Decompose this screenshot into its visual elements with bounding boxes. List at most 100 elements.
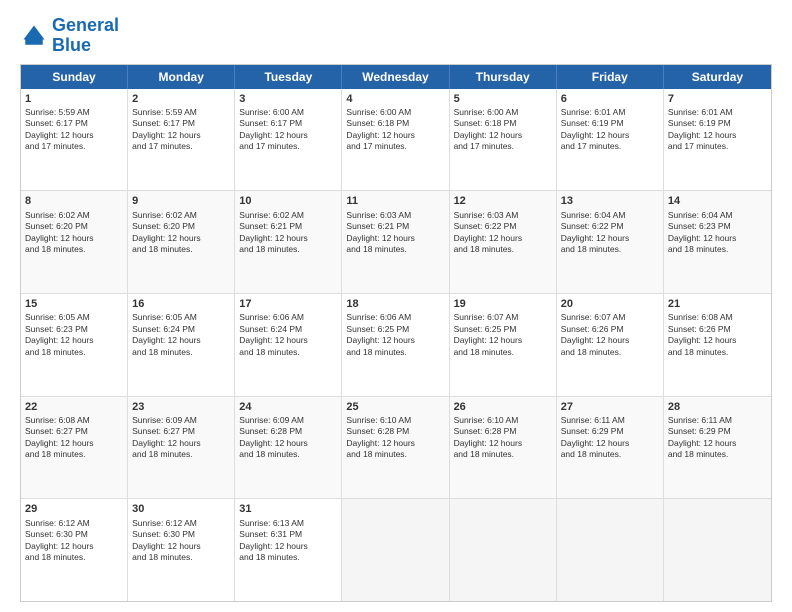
day-info: Sunrise: 5:59 AMSunset: 6:17 PMDaylight:… <box>132 107 230 153</box>
weekday-header-sunday: Sunday <box>21 65 128 89</box>
day-info: Sunrise: 6:11 AMSunset: 6:29 PMDaylight:… <box>668 415 767 461</box>
day-number: 29 <box>25 502 123 516</box>
day-number: 19 <box>454 297 552 311</box>
calendar-cell-day-25: 25Sunrise: 6:10 AMSunset: 6:28 PMDayligh… <box>342 397 449 499</box>
day-number: 4 <box>346 92 444 106</box>
weekday-header-thursday: Thursday <box>450 65 557 89</box>
calendar-row-2: 15Sunrise: 6:05 AMSunset: 6:23 PMDayligh… <box>21 293 771 396</box>
day-number: 25 <box>346 400 444 414</box>
day-number: 3 <box>239 92 337 106</box>
day-info: Sunrise: 6:04 AMSunset: 6:22 PMDaylight:… <box>561 210 659 256</box>
weekday-header-wednesday: Wednesday <box>342 65 449 89</box>
day-info: Sunrise: 6:00 AMSunset: 6:18 PMDaylight:… <box>454 107 552 153</box>
day-number: 6 <box>561 92 659 106</box>
calendar-cell-day-9: 9 Sunrise: 6:02 AMSunset: 6:20 PMDaylight… <box>128 191 235 293</box>
calendar-cell-day-15: 15Sunrise: 6:05 AMSunset: 6:23 PMDayligh… <box>21 294 128 396</box>
calendar-row-4: 29 Sunrise: 6:12 AMSunset: 6:30 PMDayligh… <box>21 498 771 601</box>
day-info: Sunrise: 6:02 AMSunset: 6:20 PMDaylight:… <box>132 210 230 256</box>
day-number: 15 <box>25 297 123 311</box>
logo: General Blue <box>20 16 119 56</box>
day-info: Sunrise: 6:10 AMSunset: 6:28 PMDaylight:… <box>454 415 552 461</box>
calendar-cell-day-28: 28Sunrise: 6:11 AMSunset: 6:29 PMDayligh… <box>664 397 771 499</box>
day-number: 16 <box>132 297 230 311</box>
calendar-cell-day-2: 2Sunrise: 5:59 AMSunset: 6:17 PMDaylight… <box>128 89 235 191</box>
calendar-cell-day-14: 14Sunrise: 6:04 AMSunset: 6:23 PMDayligh… <box>664 191 771 293</box>
day-info: Sunrise: 6:11 AMSunset: 6:29 PMDaylight:… <box>561 415 659 461</box>
day-info: Sunrise: 6:04 AMSunset: 6:23 PMDaylight:… <box>668 210 767 256</box>
calendar-cell-day-21: 21Sunrise: 6:08 AMSunset: 6:26 PMDayligh… <box>664 294 771 396</box>
day-info: Sunrise: 6:00 AMSunset: 6:17 PMDaylight:… <box>239 107 337 153</box>
day-info: Sunrise: 6:13 AMSunset: 6:31 PMDaylight:… <box>239 518 337 564</box>
day-info: Sunrise: 6:08 AMSunset: 6:26 PMDaylight:… <box>668 312 767 358</box>
day-number: 13 <box>561 194 659 208</box>
calendar-cell-day-12: 12 Sunrise: 6:03 AMSunset: 6:22 PMDayligh… <box>450 191 557 293</box>
day-number: 24 <box>239 400 337 414</box>
day-number: 21 <box>668 297 767 311</box>
calendar-cell-empty <box>342 499 449 601</box>
day-number: 5 <box>454 92 552 106</box>
day-info: Sunrise: 6:06 AMSunset: 6:25 PMDaylight:… <box>346 312 444 358</box>
calendar-cell-day-10: 10Sunrise: 6:02 AMSunset: 6:21 PMDayligh… <box>235 191 342 293</box>
day-info: Sunrise: 6:02 AMSunset: 6:20 PMDaylight:… <box>25 210 123 256</box>
calendar-cell-day-27: 27Sunrise: 6:11 AMSunset: 6:29 PMDayligh… <box>557 397 664 499</box>
day-info: Sunrise: 6:09 AMSunset: 6:28 PMDaylight:… <box>239 415 337 461</box>
day-number: 22 <box>25 400 123 414</box>
day-info: Sunrise: 6:03 AMSunset: 6:21 PMDaylight:… <box>346 210 444 256</box>
day-info: Sunrise: 6:01 AMSunset: 6:19 PMDaylight:… <box>668 107 767 153</box>
calendar-cell-day-17: 17Sunrise: 6:06 AMSunset: 6:24 PMDayligh… <box>235 294 342 396</box>
calendar-body: 1Sunrise: 5:59 AMSunset: 6:17 PMDaylight… <box>21 89 771 601</box>
day-number: 10 <box>239 194 337 208</box>
calendar-cell-day-26: 26Sunrise: 6:10 AMSunset: 6:28 PMDayligh… <box>450 397 557 499</box>
day-number: 17 <box>239 297 337 311</box>
logo-text: General Blue <box>52 16 119 56</box>
day-number: 27 <box>561 400 659 414</box>
day-number: 1 <box>25 92 123 106</box>
calendar-cell-day-8: 8 Sunrise: 6:02 AMSunset: 6:20 PMDaylight… <box>21 191 128 293</box>
day-number: 30 <box>132 502 230 516</box>
calendar: SundayMondayTuesdayWednesdayThursdayFrid… <box>20 64 772 602</box>
weekday-header-friday: Friday <box>557 65 664 89</box>
calendar-row-3: 22Sunrise: 6:08 AMSunset: 6:27 PMDayligh… <box>21 396 771 499</box>
day-info: Sunrise: 6:12 AMSunset: 6:30 PMDaylight:… <box>132 518 230 564</box>
day-number: 9 <box>132 194 230 208</box>
day-info: Sunrise: 6:03 AMSunset: 6:22 PMDaylight:… <box>454 210 552 256</box>
calendar-cell-day-23: 23Sunrise: 6:09 AMSunset: 6:27 PMDayligh… <box>128 397 235 499</box>
calendar-row-0: 1Sunrise: 5:59 AMSunset: 6:17 PMDaylight… <box>21 89 771 191</box>
day-number: 11 <box>346 194 444 208</box>
calendar-cell-day-3: 3Sunrise: 6:00 AMSunset: 6:17 PMDaylight… <box>235 89 342 191</box>
weekday-header-tuesday: Tuesday <box>235 65 342 89</box>
calendar-row-1: 8 Sunrise: 6:02 AMSunset: 6:20 PMDaylight… <box>21 190 771 293</box>
day-number: 12 <box>454 194 552 208</box>
day-number: 18 <box>346 297 444 311</box>
day-number: 28 <box>668 400 767 414</box>
day-info: Sunrise: 6:00 AMSunset: 6:18 PMDaylight:… <box>346 107 444 153</box>
day-info: Sunrise: 6:07 AMSunset: 6:26 PMDaylight:… <box>561 312 659 358</box>
day-number: 8 <box>25 194 123 208</box>
calendar-cell-day-29: 29 Sunrise: 6:12 AMSunset: 6:30 PMDayligh… <box>21 499 128 601</box>
calendar-cell-day-6: 6Sunrise: 6:01 AMSunset: 6:19 PMDaylight… <box>557 89 664 191</box>
day-info: Sunrise: 6:08 AMSunset: 6:27 PMDaylight:… <box>25 415 123 461</box>
calendar-cell-empty <box>557 499 664 601</box>
weekday-header-saturday: Saturday <box>664 65 771 89</box>
weekday-header-monday: Monday <box>128 65 235 89</box>
day-info: Sunrise: 6:05 AMSunset: 6:23 PMDaylight:… <box>25 312 123 358</box>
calendar-cell-empty <box>664 499 771 601</box>
day-info: Sunrise: 6:10 AMSunset: 6:28 PMDaylight:… <box>346 415 444 461</box>
day-info: Sunrise: 6:09 AMSunset: 6:27 PMDaylight:… <box>132 415 230 461</box>
day-number: 23 <box>132 400 230 414</box>
header: General Blue <box>20 16 772 56</box>
day-number: 26 <box>454 400 552 414</box>
calendar-cell-day-31: 31Sunrise: 6:13 AMSunset: 6:31 PMDayligh… <box>235 499 342 601</box>
calendar-header: SundayMondayTuesdayWednesdayThursdayFrid… <box>21 65 771 89</box>
day-info: Sunrise: 6:12 AMSunset: 6:30 PMDaylight:… <box>25 518 123 564</box>
day-info: Sunrise: 6:01 AMSunset: 6:19 PMDaylight:… <box>561 107 659 153</box>
calendar-cell-day-7: 7Sunrise: 6:01 AMSunset: 6:19 PMDaylight… <box>664 89 771 191</box>
calendar-cell-day-20: 20Sunrise: 6:07 AMSunset: 6:26 PMDayligh… <box>557 294 664 396</box>
day-info: Sunrise: 6:06 AMSunset: 6:24 PMDaylight:… <box>239 312 337 358</box>
page: General Blue SundayMondayTuesdayWednesda… <box>0 0 792 612</box>
day-number: 2 <box>132 92 230 106</box>
logo-icon <box>20 22 48 50</box>
calendar-cell-day-18: 18Sunrise: 6:06 AMSunset: 6:25 PMDayligh… <box>342 294 449 396</box>
calendar-cell-day-13: 13 Sunrise: 6:04 AMSunset: 6:22 PMDayligh… <box>557 191 664 293</box>
day-info: Sunrise: 5:59 AMSunset: 6:17 PMDaylight:… <box>25 107 123 153</box>
